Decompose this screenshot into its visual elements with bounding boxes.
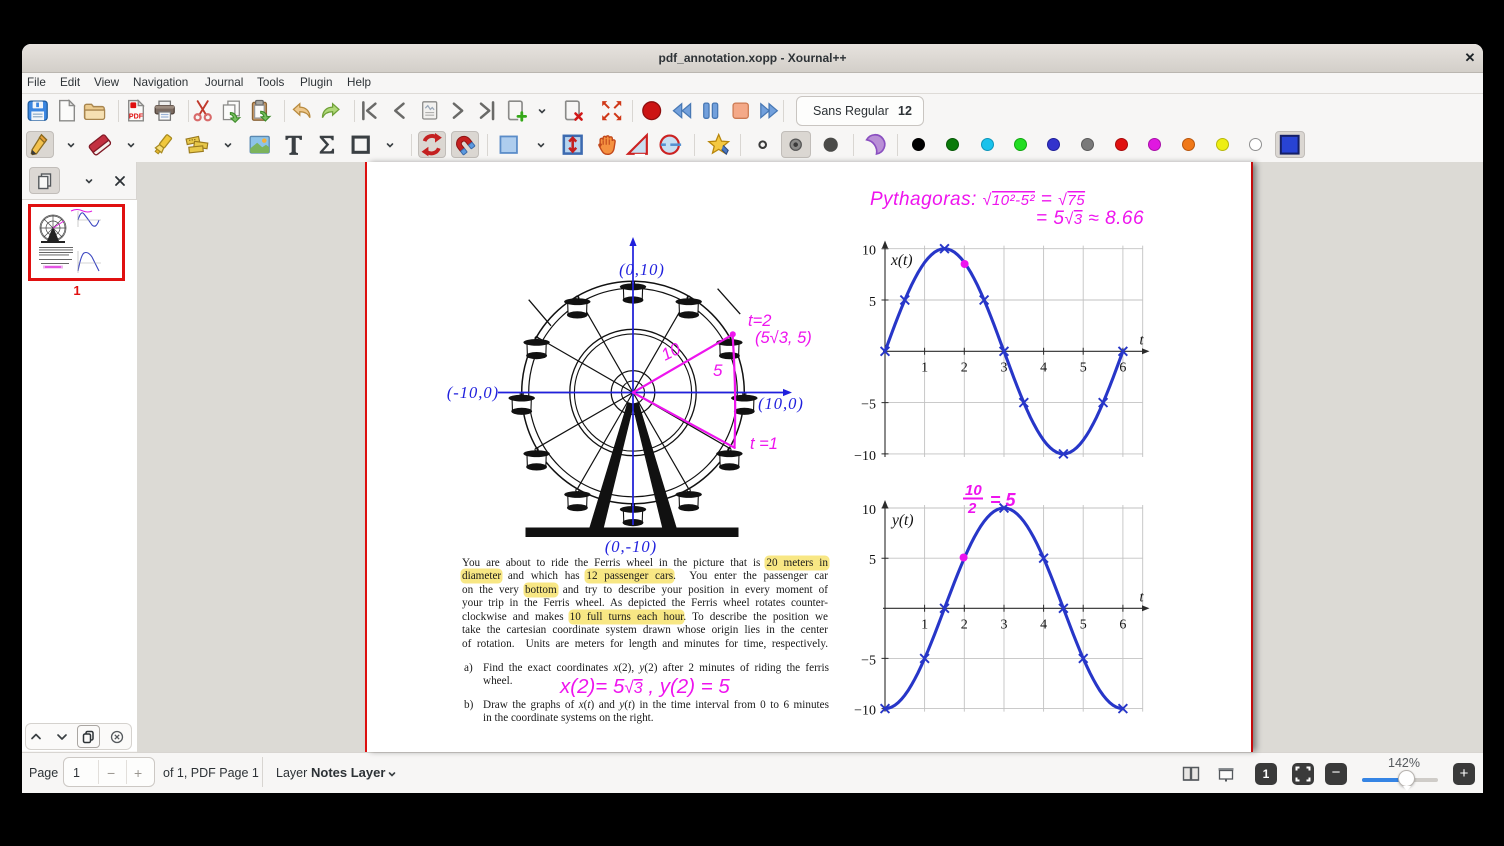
svg-text:3: 3 xyxy=(1001,617,1008,632)
svg-text:PDF: PDF xyxy=(129,112,144,120)
svg-text:t: t xyxy=(1139,589,1144,605)
svg-text:5: 5 xyxy=(869,295,876,310)
svg-text:6: 6 xyxy=(1119,617,1126,632)
svg-text:2: 2 xyxy=(967,500,977,517)
svg-text:10: 10 xyxy=(862,503,876,518)
svg-text:3: 3 xyxy=(1001,360,1008,375)
svg-text:x(t): x(t) xyxy=(890,252,913,269)
svg-text:t: t xyxy=(1139,332,1144,348)
svg-text:5: 5 xyxy=(1080,617,1087,632)
svg-text:= 5√3 ≈ 8.66: = 5√3 ≈ 8.66 xyxy=(1036,208,1144,229)
svg-text:6: 6 xyxy=(1119,360,1126,375)
svg-text:x(2)= 5√3 , y(2) = 5: x(2)= 5√3 , y(2) = 5 xyxy=(559,675,730,698)
svg-text:−10: −10 xyxy=(854,704,876,719)
svg-text:= 5: = 5 xyxy=(990,490,1017,510)
svg-text:−5: −5 xyxy=(861,653,876,668)
svg-text:Pythagoras: √10²-5² = √75: Pythagoras: √10²-5² = √75 xyxy=(870,189,1085,210)
svg-text:4: 4 xyxy=(1040,360,1047,375)
svg-text:5: 5 xyxy=(713,361,723,380)
svg-text:(10,0): (10,0) xyxy=(758,394,804,413)
svg-text:−10: −10 xyxy=(854,449,876,464)
svg-text:1: 1 xyxy=(921,360,928,375)
svg-text:5: 5 xyxy=(869,553,876,568)
svg-text:(-10,0): (-10,0) xyxy=(447,383,499,402)
svg-text:t=2: t=2 xyxy=(748,312,771,330)
svg-text:(0,-10): (0,-10) xyxy=(605,537,657,556)
svg-text:10: 10 xyxy=(862,244,876,259)
svg-text:1: 1 xyxy=(921,617,928,632)
svg-text:(5√3, 5): (5√3, 5) xyxy=(755,329,812,347)
svg-text:t =1: t =1 xyxy=(750,435,778,453)
svg-text:2: 2 xyxy=(961,617,968,632)
svg-text:10: 10 xyxy=(965,482,982,499)
svg-text:(0,10): (0,10) xyxy=(619,260,665,279)
svg-text:y(t): y(t) xyxy=(890,512,914,529)
svg-text:4: 4 xyxy=(1040,617,1047,632)
svg-text:5: 5 xyxy=(1080,360,1087,375)
svg-text:−5: −5 xyxy=(861,398,876,413)
svg-text:2: 2 xyxy=(961,360,968,375)
